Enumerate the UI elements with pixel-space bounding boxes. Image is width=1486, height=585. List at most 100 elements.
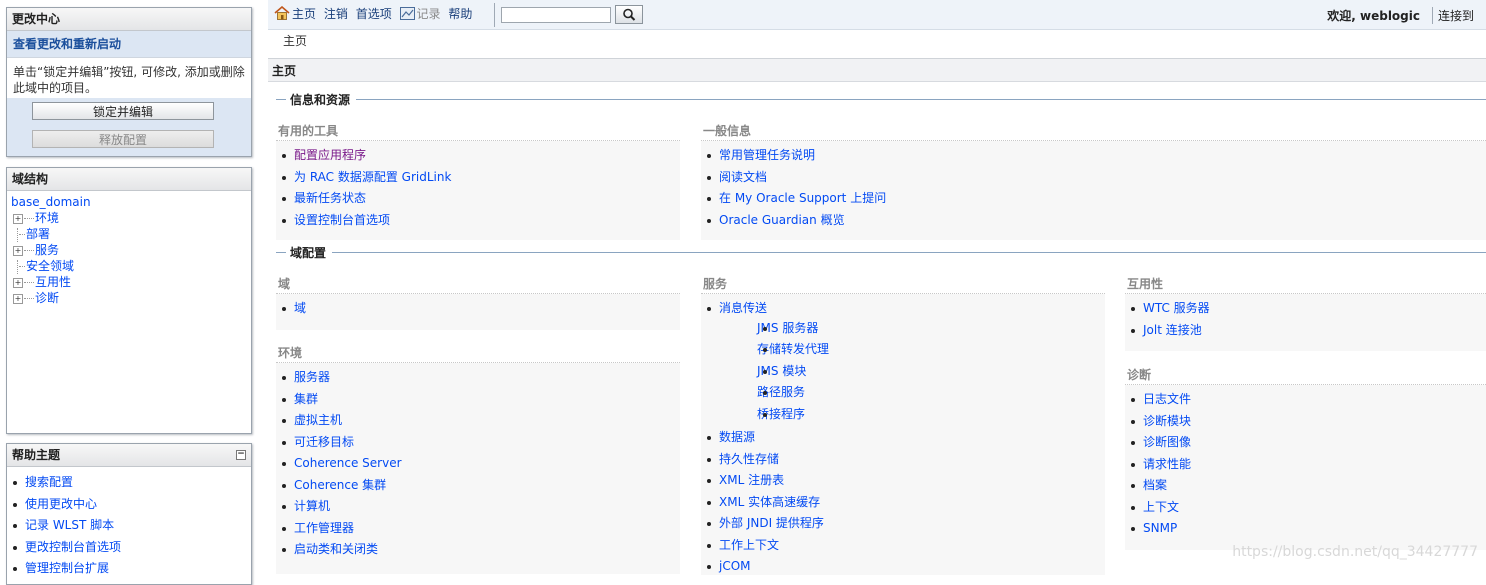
- link-virtual-hosts[interactable]: 虚拟主机: [294, 413, 342, 427]
- list-item: 在 My Oracle Support 上提问: [701, 188, 1486, 210]
- tree-node-security-realms[interactable]: 安全领域: [26, 259, 74, 273]
- tree-node-diagnostics[interactable]: 诊断: [35, 291, 59, 305]
- help-link-console-extensions[interactable]: 管理控制台扩展: [25, 561, 109, 575]
- help-link-console-preferences[interactable]: 更改控制台首选项: [25, 540, 121, 554]
- link-foreign-jndi[interactable]: 外部 JNDI 提供程序: [719, 516, 824, 530]
- link-clusters[interactable]: 集群: [294, 392, 318, 406]
- link-bridges[interactable]: 桥接程序: [757, 407, 805, 421]
- search-button[interactable]: [615, 5, 643, 24]
- link-read-documentation[interactable]: 阅读文档: [719, 170, 767, 184]
- link-snmp[interactable]: SNMP: [1143, 521, 1177, 535]
- release-configuration-button[interactable]: 释放配置: [32, 130, 214, 148]
- link-my-oracle-support[interactable]: 在 My Oracle Support 上提问: [719, 191, 886, 205]
- list-item: 使用更改中心: [7, 494, 251, 516]
- link-data-sources[interactable]: 数据源: [719, 430, 755, 444]
- environment-box: 环境 服务器 集群 虚拟主机 可迁移目标 Coherence Server Co…: [276, 344, 680, 574]
- expand-icon[interactable]: +: [13, 277, 23, 288]
- link-xml-entity-caches[interactable]: XML 实体高速缓存: [719, 495, 820, 509]
- page-header: 主页: [268, 58, 1486, 82]
- toolbar-divider: [494, 3, 495, 27]
- link-servers[interactable]: 服务器: [294, 370, 330, 384]
- list-item: 请求性能: [1125, 454, 1486, 476]
- list-item: Oracle Guardian 概览: [701, 210, 1486, 232]
- tree-node-environment[interactable]: 环境: [35, 211, 59, 225]
- link-common-admin-tasks[interactable]: 常用管理任务说明: [719, 148, 815, 162]
- magnifier-icon: [623, 8, 636, 21]
- help-link[interactable]: 帮助: [448, 7, 472, 21]
- change-center-buttons: 锁定并编辑 释放配置: [7, 98, 251, 156]
- list-item: 设置控制台首选项: [276, 210, 680, 232]
- link-path-services[interactable]: 路径服务: [757, 385, 805, 399]
- logout-link[interactable]: 注销: [324, 7, 348, 21]
- record-icon[interactable]: [399, 7, 415, 20]
- help-link-change-center[interactable]: 使用更改中心: [25, 497, 97, 511]
- list-item: 消息传送 JMS 服务器 存储转发代理 JMS 模块 路径服务 桥接程序: [701, 298, 1105, 425]
- list-item: 最新任务状态: [276, 188, 680, 210]
- record-link[interactable]: 记录: [417, 7, 441, 21]
- help-link-record-wlst[interactable]: 记录 WLST 脚本: [25, 518, 114, 532]
- link-diagnostic-modules[interactable]: 诊断模块: [1143, 414, 1191, 428]
- list-item: 为 RAC 数据源配置 GridLink: [276, 167, 680, 189]
- list-item: 计算机: [276, 496, 680, 518]
- list-item: Coherence 集群: [276, 475, 680, 497]
- link-request-performance[interactable]: 请求性能: [1143, 457, 1191, 471]
- expand-icon[interactable]: +: [13, 213, 23, 224]
- link-diagnostic-images[interactable]: 诊断图像: [1143, 435, 1191, 449]
- link-archives[interactable]: 档案: [1143, 478, 1167, 492]
- link-machines[interactable]: 计算机: [294, 499, 330, 513]
- list-item: 记录 WLST 脚本: [7, 515, 251, 537]
- list-item: 管理控制台扩展: [7, 558, 251, 580]
- list-item: 集群: [276, 389, 680, 411]
- list-item: 路径服务: [757, 382, 1105, 404]
- link-persistent-stores[interactable]: 持久性存储: [719, 452, 779, 466]
- tree-node-services[interactable]: 服务: [35, 243, 59, 257]
- general-info-box: 一般信息 常用管理任务说明 阅读文档 在 My Oracle Support 上…: [701, 122, 1486, 240]
- link-jms-modules[interactable]: JMS 模块: [757, 364, 806, 378]
- link-migratable-targets[interactable]: 可迁移目标: [294, 435, 354, 449]
- link-messaging[interactable]: 消息传送: [719, 301, 767, 315]
- link-coherence-server[interactable]: Coherence Server: [294, 456, 402, 470]
- domain-structure-title: 域结构: [7, 168, 251, 191]
- link-work-managers[interactable]: 工作管理器: [294, 521, 354, 535]
- link-xml-registries[interactable]: XML 注册表: [719, 473, 784, 487]
- preferences-link[interactable]: 首选项: [356, 7, 392, 21]
- list-item: 外部 JNDI 提供程序: [701, 513, 1105, 535]
- view-changes-restarts-link[interactable]: 查看更改和重新启动: [7, 31, 251, 58]
- link-log-files[interactable]: 日志文件: [1143, 392, 1191, 406]
- link-gridlink-rac[interactable]: 为 RAC 数据源配置 GridLink: [294, 170, 451, 184]
- collapse-icon[interactable]: −: [236, 450, 246, 460]
- domain-box-title: 域: [276, 275, 680, 294]
- lock-and-edit-button[interactable]: 锁定并编辑: [32, 102, 214, 120]
- list-item: 虚拟主机: [276, 410, 680, 432]
- home-link[interactable]: 主页: [292, 7, 316, 21]
- link-work-contexts[interactable]: 工作上下文: [719, 538, 779, 552]
- tree-node-deployments[interactable]: 部署: [26, 227, 50, 241]
- link-console-preferences[interactable]: 设置控制台首选项: [294, 213, 390, 227]
- domain-structure-panel: 域结构 base_domain + 环境 部署 + 服务 安全领域 + 互用性 + 诊断: [6, 167, 252, 434]
- help-link-search-config[interactable]: 搜索配置: [25, 475, 73, 489]
- link-jms-servers[interactable]: JMS 服务器: [757, 321, 818, 335]
- link-jolt-pools[interactable]: Jolt 连接池: [1143, 323, 1202, 337]
- search-input[interactable]: [501, 7, 611, 23]
- link-startup-shutdown-classes[interactable]: 启动类和关闭类: [294, 542, 378, 556]
- link-recent-task-status[interactable]: 最新任务状态: [294, 191, 366, 205]
- useful-tools-box: 有用的工具 配置应用程序 为 RAC 数据源配置 GridLink 最新任务状态…: [276, 122, 680, 240]
- environment-box-title: 环境: [276, 344, 680, 363]
- tree-node-interoperability[interactable]: 互用性: [35, 275, 71, 289]
- link-contexts[interactable]: 上下文: [1143, 500, 1179, 514]
- list-item: JMS 模块: [757, 361, 1105, 383]
- tree-root-base-domain[interactable]: base_domain: [11, 195, 91, 209]
- link-oracle-guardian[interactable]: Oracle Guardian 概览: [719, 213, 845, 227]
- link-jcom[interactable]: jCOM: [719, 559, 751, 573]
- expand-icon[interactable]: +: [13, 245, 23, 256]
- link-wtc-servers[interactable]: WTC 服务器: [1143, 301, 1210, 315]
- help-topics-title: 帮助主题 −: [7, 444, 251, 467]
- link-coherence-cluster[interactable]: Coherence 集群: [294, 478, 386, 492]
- breadcrumb[interactable]: 主页: [283, 32, 307, 49]
- list-item: 存储转发代理: [757, 339, 1105, 361]
- home-icon[interactable]: [274, 6, 290, 20]
- link-saf-agents[interactable]: 存储转发代理: [757, 342, 829, 356]
- expand-icon[interactable]: +: [13, 293, 23, 304]
- link-domain[interactable]: 域: [294, 301, 306, 315]
- link-configure-applications[interactable]: 配置应用程序: [294, 148, 366, 162]
